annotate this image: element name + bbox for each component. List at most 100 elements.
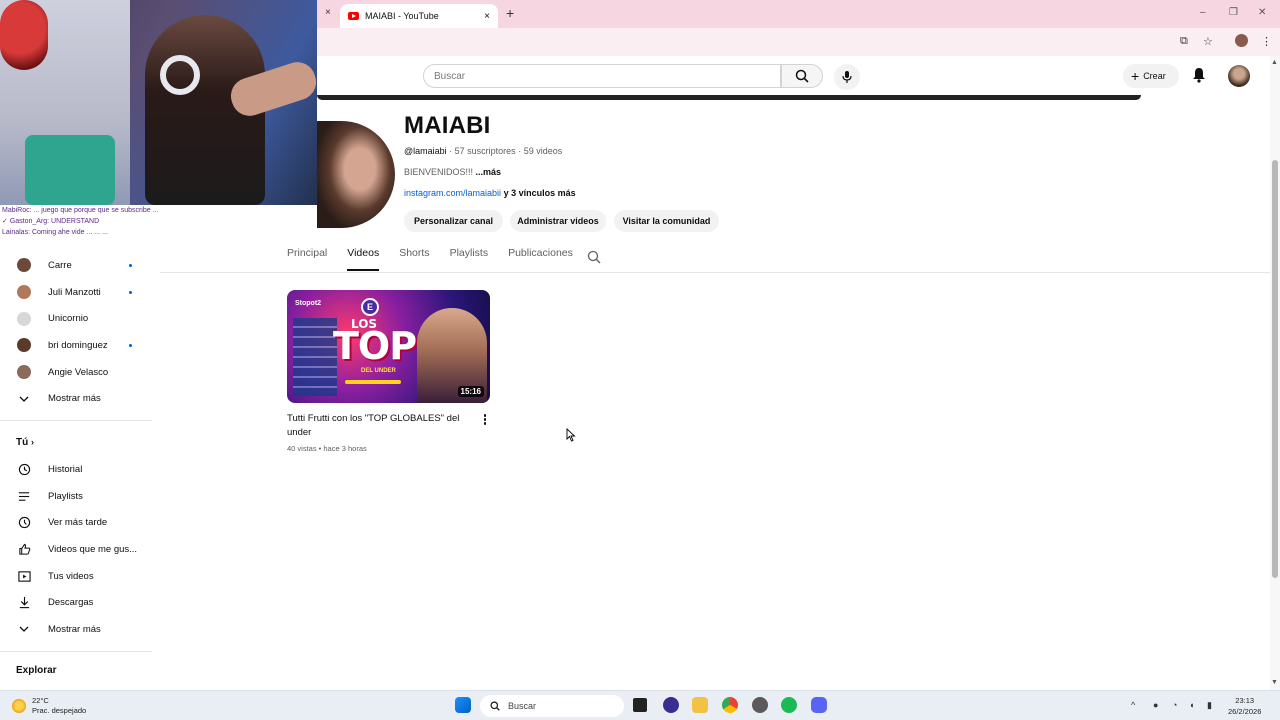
- battery-icon[interactable]: ▮: [1207, 700, 1212, 711]
- wifi-icon[interactable]: ◔: [1172, 700, 1177, 710]
- search-input[interactable]: Buscar: [423, 64, 781, 88]
- subscription-item[interactable]: Angie Velasco: [0, 359, 152, 386]
- tab-playlists[interactable]: Playlists: [450, 247, 489, 271]
- voice-search-button[interactable]: [834, 64, 860, 90]
- your-videos-icon: [17, 570, 31, 583]
- channel-tabs: Principal Videos Shorts Playlists Public…: [287, 247, 593, 271]
- tray-chevron-up-icon[interactable]: ^: [1131, 700, 1135, 710]
- thumb-under-text: DEL UNDER: [361, 368, 396, 374]
- task-view-icon[interactable]: [633, 698, 647, 712]
- tab-close-icon[interactable]: ×: [484, 11, 490, 22]
- video-menu-icon[interactable]: [482, 414, 488, 426]
- new-content-dot: [129, 343, 132, 347]
- file-explorer-icon[interactable]: [692, 697, 708, 713]
- channel-avatar-icon: [17, 338, 31, 353]
- windows-start-icon[interactable]: [455, 697, 471, 713]
- scroll-up-arrow-icon[interactable]: ▲: [1271, 59, 1278, 66]
- sidebar-item-download[interactable]: Descargas: [0, 589, 152, 616]
- channel-avatar-icon: [17, 258, 31, 273]
- meta-separator: ·: [515, 146, 524, 156]
- chrome-icon[interactable]: [722, 697, 738, 713]
- show-more-subscriptions[interactable]: Mostrar más: [0, 385, 152, 412]
- video-count: 59 videos: [523, 146, 563, 156]
- sidebar-item-label: Videos que me gus...: [48, 543, 138, 555]
- visit-community-button[interactable]: Visitar la comunidad: [614, 210, 719, 232]
- scrollbar-thumb[interactable]: [1272, 160, 1278, 578]
- subscription-item[interactable]: Juli Manzotti: [0, 279, 152, 306]
- customize-channel-button[interactable]: Personalizar canal: [404, 210, 503, 232]
- youtube-favicon-icon: [348, 12, 359, 20]
- tab-principal[interactable]: Principal: [287, 247, 327, 271]
- close-previous-tab-icon[interactable]: ×: [325, 7, 331, 18]
- video-meta: 40 vistas • hace 3 horas: [287, 444, 367, 453]
- video-thumbnail[interactable]: Stopot2 E LOS TOP DEL UNDER 15:16: [287, 290, 490, 403]
- taskbar-search[interactable]: Buscar: [480, 695, 624, 717]
- subscription-item[interactable]: Unicornio: [0, 305, 152, 332]
- channel-avatar[interactable]: [317, 121, 395, 228]
- weather-widget[interactable]: 22°C Prac. despejado: [12, 696, 86, 716]
- more-links[interactable]: y 3 vínculos más: [504, 188, 576, 198]
- video-title[interactable]: Tutti Frutti con los "TOP GLOBALES" del …: [287, 412, 467, 439]
- create-button[interactable]: + Crear: [1123, 64, 1179, 88]
- tab-shorts[interactable]: Shorts: [399, 247, 429, 271]
- temperature: 22°C: [32, 696, 49, 705]
- subscriptions-list: Carre Juli Manzotti Unicornio bri dominguez…: [0, 252, 152, 385]
- microphone-tray-icon[interactable]: ●: [1153, 700, 1158, 710]
- channel-search-icon[interactable]: [587, 250, 601, 264]
- sidebar-item-like[interactable]: Videos que me gus...: [0, 536, 152, 563]
- new-content-dot: [129, 263, 132, 267]
- sidebar-item-label: Descargas: [48, 597, 94, 609]
- app-icon[interactable]: [663, 697, 679, 713]
- sidebar-item-watch-later[interactable]: Ver más tarde: [0, 509, 152, 536]
- subscription-item[interactable]: Carre: [0, 252, 152, 279]
- system-clock[interactable]: 23:13 26/2/2026: [1228, 695, 1261, 717]
- notifications-bell-icon[interactable]: [1192, 67, 1206, 83]
- install-app-icon[interactable]: ⧉: [1180, 35, 1188, 48]
- subscription-label: Juli Manzotti: [48, 286, 101, 298]
- webcam-chair: [25, 135, 115, 205]
- sidebar-item-history[interactable]: Historial: [0, 456, 152, 483]
- channel-description[interactable]: BIENVENIDOS!!! ...más: [404, 167, 501, 177]
- chevron-down-icon: [17, 396, 31, 402]
- tab-videos[interactable]: Videos: [347, 247, 380, 271]
- thumb-bar: [345, 380, 401, 384]
- spotify-icon[interactable]: [781, 697, 797, 713]
- scroll-down-arrow-icon[interactable]: ▼: [1271, 679, 1278, 686]
- browser-menu-icon[interactable]: ⋮: [1261, 35, 1272, 48]
- show-more-label: Mostrar más: [48, 393, 101, 405]
- video-duration: 15:16: [457, 386, 484, 397]
- thumb-scoreboard: [293, 318, 337, 396]
- browser-profile-avatar[interactable]: [1235, 34, 1248, 47]
- channel-avatar-icon: [17, 311, 31, 326]
- window-close-button[interactable]: ✕: [1258, 7, 1266, 18]
- you-list: Historial Playlists Ver más tarde Videos qu…: [0, 456, 152, 616]
- search-button[interactable]: [781, 64, 823, 88]
- you-section-title[interactable]: Tú ›: [16, 437, 34, 448]
- sidebar-divider: [0, 651, 152, 652]
- description-more[interactable]: ...más: [476, 167, 502, 177]
- bookmark-star-icon[interactable]: ☆: [1203, 35, 1213, 48]
- tab-youtube[interactable]: MAIABI - YouTube ×: [340, 4, 498, 28]
- minimize-button[interactable]: –: [1200, 7, 1206, 18]
- sidebar-item-label: Historial: [48, 463, 83, 475]
- sidebar-item-label: Ver más tarde: [48, 517, 108, 529]
- sidebar-item-label: Tus videos: [48, 570, 94, 582]
- app-icon[interactable]: [752, 697, 768, 713]
- you-label: Tú: [16, 437, 29, 448]
- account-avatar[interactable]: [1228, 65, 1250, 87]
- discord-icon[interactable]: [811, 697, 827, 713]
- new-tab-button[interactable]: +: [506, 5, 514, 21]
- sidebar-item-your-videos[interactable]: Tus videos: [0, 563, 152, 590]
- thumb-top-text: TOP: [333, 324, 417, 368]
- clock-time: 23:13: [1235, 696, 1255, 705]
- show-more-you[interactable]: Mostrar más: [0, 616, 152, 643]
- volume-icon[interactable]: ◖: [1189, 700, 1194, 710]
- subscription-label: Angie Velasco: [48, 366, 109, 378]
- manage-videos-button[interactable]: Administrar videos: [510, 210, 606, 232]
- subscription-item[interactable]: bri dominguez: [0, 332, 152, 359]
- sidebar-item-playlists[interactable]: Playlists: [0, 483, 152, 510]
- tab-publicaciones[interactable]: Publicaciones: [508, 247, 573, 271]
- instagram-link[interactable]: instagram.com/lamaiabii: [404, 188, 501, 198]
- maximize-button[interactable]: ❐: [1229, 7, 1238, 18]
- sidebar-divider: [0, 420, 152, 421]
